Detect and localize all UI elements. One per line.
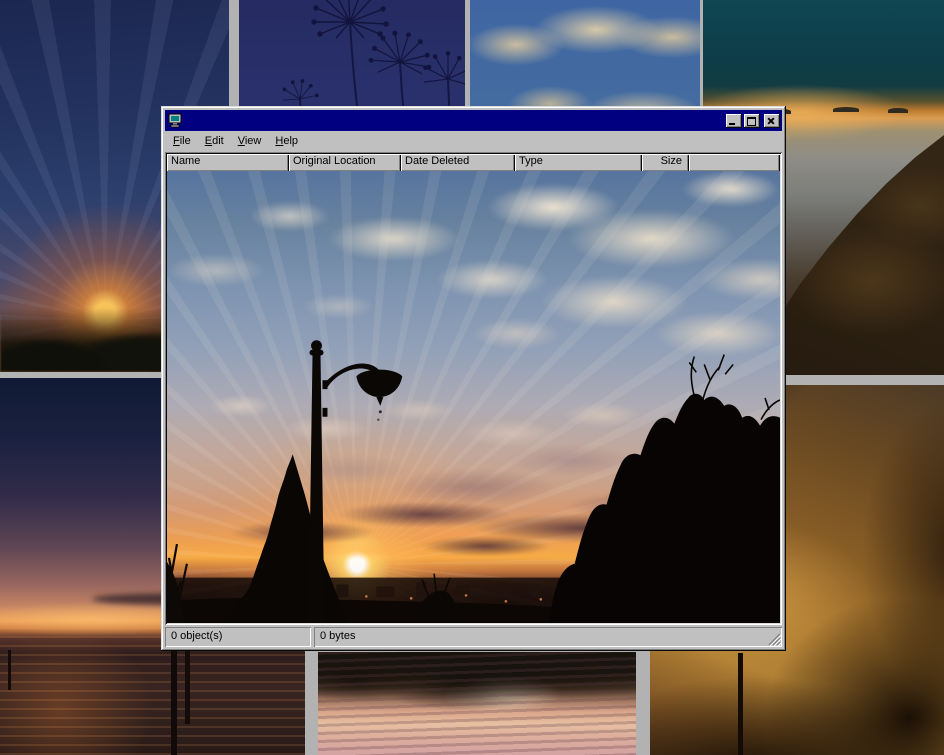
resize-grip-icon[interactable] bbox=[768, 633, 781, 646]
menu-view[interactable]: View bbox=[231, 133, 269, 150]
pole-silhouette bbox=[171, 646, 177, 755]
water-ripples bbox=[318, 652, 636, 755]
cypress-tree-silhouette bbox=[225, 454, 348, 623]
pole-silhouette bbox=[8, 650, 11, 690]
menu-bar: File Edit View Help bbox=[165, 132, 782, 151]
menu-edit[interactable]: Edit bbox=[198, 133, 231, 150]
column-header-type[interactable]: Type bbox=[515, 154, 642, 171]
column-header-original-location[interactable]: Original Location bbox=[289, 154, 401, 171]
pole-silhouette bbox=[185, 648, 190, 724]
column-header-filler bbox=[689, 154, 780, 171]
wallpaper-photo-water-reflection bbox=[318, 652, 636, 755]
column-header-size[interactable]: Size bbox=[642, 154, 689, 171]
minimize-button[interactable] bbox=[726, 114, 742, 128]
column-header-date-deleted[interactable]: Date Deleted bbox=[401, 154, 515, 171]
island-silhouette bbox=[888, 108, 908, 113]
status-objects: 0 object(s) bbox=[165, 627, 311, 647]
status-bar: 0 object(s) 0 bytes bbox=[165, 627, 782, 647]
menu-file[interactable]: File bbox=[166, 133, 198, 150]
computer-icon bbox=[168, 113, 184, 129]
title-bar[interactable] bbox=[165, 110, 782, 131]
island-silhouette bbox=[833, 107, 859, 112]
desktop: { "desktop": { "wallpaper_description": … bbox=[0, 0, 944, 755]
file-list-viewport[interactable] bbox=[167, 171, 780, 623]
status-bytes: 0 bytes bbox=[314, 627, 782, 647]
recycle-bin-window: File Edit View Help Name Original Locati… bbox=[161, 106, 786, 651]
maximize-button[interactable] bbox=[744, 114, 760, 128]
silhouette-layer bbox=[167, 171, 780, 623]
column-header-name[interactable]: Name bbox=[167, 154, 289, 171]
menu-help[interactable]: Help bbox=[268, 133, 305, 150]
file-list-frame: Name Original Location Date Deleted Type… bbox=[165, 152, 782, 625]
close-button[interactable] bbox=[764, 114, 780, 128]
pole-silhouette bbox=[738, 653, 743, 755]
column-header-row: Name Original Location Date Deleted Type… bbox=[167, 154, 780, 171]
tree-mass-silhouette bbox=[549, 394, 780, 623]
